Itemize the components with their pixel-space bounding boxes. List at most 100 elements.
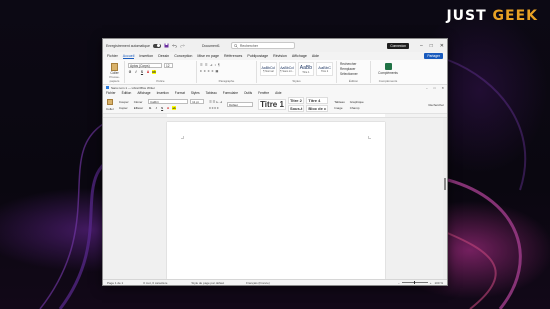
writer-menu-tableau[interactable]: Tableau (206, 91, 217, 95)
writer-font-size-select[interactable]: 11 pt (190, 99, 205, 104)
writer-menu-affichage[interactable]: Affichage (137, 91, 150, 95)
writer-menu-edition[interactable]: Édition (122, 91, 132, 95)
writer-menu-format[interactable]: Format (175, 91, 185, 95)
tab-conception[interactable]: Conception (174, 54, 192, 58)
writer-style-gallery: Titre 1 Titre 2 Sous-t Titre 4 Bloc de c (258, 96, 329, 113)
writer-italic-icon[interactable]: I (154, 106, 158, 110)
font-size-select[interactable]: 12 (164, 63, 173, 68)
bullets-icon[interactable]: ☰ (200, 63, 203, 67)
style-heading-2[interactable]: AaBbC Titre 2 (316, 62, 333, 76)
tab-revision[interactable]: Révision (273, 54, 287, 58)
writer-style-titre-1[interactable]: Titre 1 (258, 99, 286, 110)
writer-menu-insertion[interactable]: Insertion (157, 91, 169, 95)
document-page[interactable] (167, 122, 385, 279)
bold-icon[interactable]: G (128, 70, 132, 74)
highlight-icon[interactable]: ab (152, 70, 156, 74)
numbering-icon[interactable]: ☰ (205, 63, 208, 67)
align-center-icon[interactable]: ≡ (204, 69, 206, 73)
tab-accueil[interactable]: Accueil (122, 54, 135, 59)
writer-copy-button[interactable]: Copier (119, 106, 129, 110)
writer-bold-icon[interactable]: G (148, 106, 152, 110)
tab-fichier[interactable]: Fichier (107, 54, 118, 58)
writer-insert-image[interactable]: Image (334, 106, 345, 110)
indent-icon[interactable]: ⇥ (210, 63, 213, 67)
undo-icon[interactable] (172, 43, 177, 48)
writer-clear-button[interactable]: Effacer (134, 106, 143, 110)
document-area[interactable] (103, 118, 443, 279)
writer-font-name-select[interactable]: Calibri (148, 99, 189, 104)
writer-menu-aide[interactable]: Aide (275, 91, 281, 95)
zoom-in-icon[interactable]: + (430, 281, 432, 285)
writer-style-bloc-de-citation[interactable]: Bloc de c (306, 105, 329, 112)
justify-icon[interactable]: ≡ (212, 69, 214, 73)
writer-style-titre-2[interactable]: Titre 2 (287, 97, 305, 104)
writer-menu-fichier[interactable]: Fichier (106, 91, 116, 95)
writer-menu-fenetre[interactable]: Fenêtre (258, 91, 269, 95)
writer-search-button[interactable]: Rechercher (428, 103, 444, 107)
writer-list-icons[interactable]: ☰ ☰ ⇤ ⇥ (209, 100, 222, 104)
shading-icon[interactable]: ▦ (216, 69, 219, 73)
addins-icon[interactable] (384, 63, 392, 70)
share-button[interactable]: Partager (424, 53, 443, 59)
minimize-icon[interactable]: – (420, 43, 423, 49)
align-right-icon[interactable]: ≡ (208, 69, 210, 73)
writer-paste-button[interactable]: Coller (106, 107, 114, 111)
tab-insertion[interactable]: Insertion (139, 54, 153, 58)
writer-paste-icon[interactable] (106, 98, 113, 105)
writer-font-color-icon[interactable]: A (166, 106, 170, 110)
writer-menu-outils[interactable]: Outils (244, 91, 252, 95)
writer-insert-chart[interactable]: Graphique (350, 100, 364, 104)
sort-icon[interactable]: ↕ (214, 63, 216, 67)
maximize-icon[interactable]: □ (430, 43, 433, 49)
writer-style-sous-titre[interactable]: Sous-t (287, 105, 305, 112)
zoom-out-icon[interactable]: − (398, 281, 400, 285)
scrollbar-thumb[interactable] (444, 178, 446, 190)
align-left-icon[interactable]: ≡ (200, 69, 202, 73)
vertical-scrollbar[interactable] (443, 118, 447, 279)
writer-menu-formulaire[interactable]: Formulaire (223, 91, 238, 95)
tab-references[interactable]: Références (224, 54, 242, 58)
tab-affichage[interactable]: Affichage (292, 54, 307, 58)
style-normal[interactable]: AaBbCcI ¶ Normal (260, 62, 277, 76)
writer-maximize-icon[interactable]: □ (434, 86, 436, 90)
writer-underline-icon[interactable]: S (160, 106, 164, 110)
save-icon[interactable] (164, 43, 169, 48)
style-heading-1[interactable]: AaBb Titre 1 (297, 62, 315, 76)
font-group: Aptos (Corps) 12 G I S A ab Police (125, 61, 197, 83)
font-name-select[interactable]: Aptos (Corps) (128, 63, 162, 68)
style-no-spacing[interactable]: AaBbCcI ¶ Sans int... (278, 62, 296, 76)
paste-icon[interactable] (111, 63, 118, 71)
tab-aide[interactable]: Aide (312, 54, 319, 58)
writer-clone-button[interactable]: Cloner (134, 100, 143, 104)
status-language[interactable]: Français (France) (246, 281, 270, 285)
writer-menu-styles[interactable]: Styles (191, 91, 200, 95)
tab-publipostage[interactable]: Publipostage (247, 54, 268, 58)
writer-highlight-icon[interactable]: ab (172, 106, 177, 110)
status-page-style[interactable]: Style de page par défaut (191, 281, 224, 285)
italic-icon[interactable]: I (134, 70, 138, 74)
writer-insert-table[interactable]: Tableau (334, 100, 345, 104)
writer-close-icon[interactable]: ✕ (441, 86, 444, 90)
tab-mise-en-page[interactable]: Mise en page (197, 54, 219, 58)
writer-style-titre-4[interactable]: Titre 4 (306, 97, 329, 104)
writer-insert-field[interactable]: Champ (350, 106, 364, 110)
close-icon[interactable]: ✕ (440, 43, 444, 49)
connect-button[interactable]: Connexion (387, 42, 409, 49)
autosave-toggle[interactable] (152, 43, 161, 48)
search-input[interactable]: Rechercher (230, 42, 295, 49)
zoom-slider[interactable] (401, 281, 428, 284)
replace-button[interactable]: Remplacer (340, 67, 367, 71)
find-button[interactable]: Rechercher (340, 62, 367, 66)
tab-dessin[interactable]: Dessin (158, 54, 169, 58)
style-name: ¶ Normal (263, 69, 274, 73)
writer-style-select[interactable]: Défaut (227, 102, 254, 107)
writer-minimize-icon[interactable]: – (426, 86, 428, 90)
addins-button[interactable]: Compléments (374, 71, 402, 75)
underline-icon[interactable]: S (140, 70, 144, 74)
select-button[interactable]: Sélectionner (340, 72, 367, 76)
font-color-icon[interactable]: A (146, 70, 150, 74)
writer-cut-button[interactable]: Couper (119, 100, 129, 104)
redo-icon[interactable] (180, 43, 185, 48)
writer-align-icons[interactable]: ≡ ≡ ≡ ≡ (209, 106, 222, 110)
pilcrow-icon[interactable]: ¶ (218, 63, 220, 67)
